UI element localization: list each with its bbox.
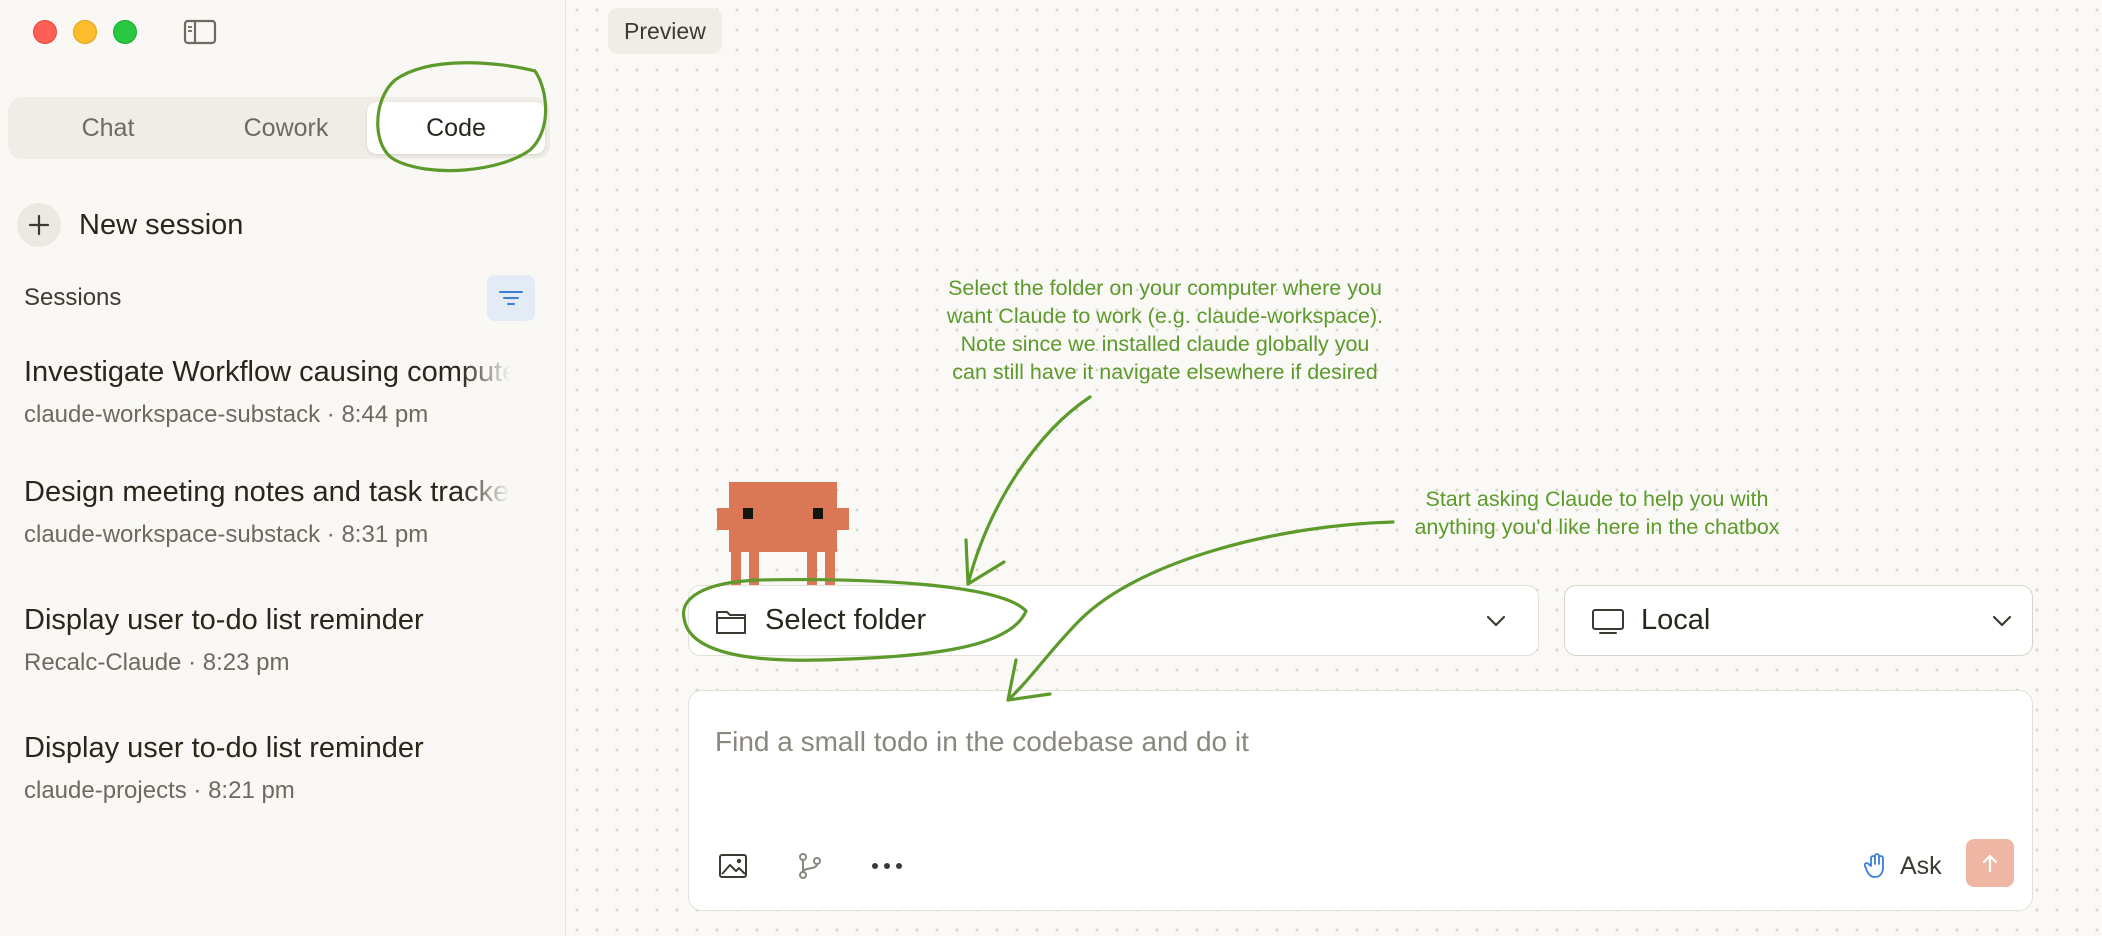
filter-icon xyxy=(499,291,523,305)
session-title: Investigate Workflow causing computer xyxy=(24,356,510,388)
tab-code[interactable]: Code xyxy=(367,102,545,154)
more-icon[interactable] xyxy=(867,846,907,886)
minimize-icon[interactable] xyxy=(73,20,97,44)
session-title: Display user to-do list reminder xyxy=(24,604,424,636)
folder-select[interactable]: Select folder xyxy=(688,585,1539,656)
sessions-heading: Sessions xyxy=(24,284,122,311)
session-meta: claude-workspace-substack · 8:44 pm xyxy=(24,401,429,428)
folder-annotation: Select the folder on your computer where… xyxy=(946,276,1384,384)
image-icon[interactable] xyxy=(713,846,753,886)
folder-select-label: Select folder xyxy=(765,604,927,636)
arrow-up-icon xyxy=(1982,854,1998,873)
chevron-down-icon xyxy=(1484,609,1508,633)
session-item[interactable]: Display user to-do list reminder Recalc-… xyxy=(24,604,510,677)
session-item[interactable]: Display user to-do list reminder claude-… xyxy=(24,732,510,805)
session-meta: Recalc-Claude · 8:23 pm xyxy=(24,649,290,676)
new-session-button[interactable]: New session xyxy=(17,203,243,247)
close-icon[interactable] xyxy=(33,20,57,44)
tab-cowork[interactable]: Cowork xyxy=(206,97,366,159)
session-item[interactable]: Investigate Workflow causing computer cl… xyxy=(24,356,510,429)
send-button[interactable] xyxy=(1966,839,2014,887)
chat-annotation: Start asking Claude to help you with any… xyxy=(1414,487,1780,539)
hand-icon xyxy=(1864,852,1890,880)
ask-mode-button[interactable]: Ask xyxy=(1864,844,1942,888)
session-title: Design meeting notes and task tracker xyxy=(24,476,510,508)
session-title: Display user to-do list reminder xyxy=(24,732,424,764)
chevron-down-icon xyxy=(1990,609,2014,633)
chat-input[interactable] xyxy=(713,721,1917,763)
monitor-icon xyxy=(1591,607,1625,635)
mode-tabs: Chat Cowork Code xyxy=(8,97,550,159)
environment-label: Local xyxy=(1641,604,1711,636)
branch-icon[interactable] xyxy=(790,846,830,886)
folder-icon xyxy=(715,607,747,635)
new-session-label: New session xyxy=(79,208,244,241)
environment-select[interactable]: Local xyxy=(1564,585,2033,656)
main-area: Preview Select the folder on your comput… xyxy=(567,0,2102,936)
plus-icon xyxy=(17,203,61,247)
sidebar: Chat Cowork Code New session Sessions In… xyxy=(0,0,566,936)
chat-box: Ask xyxy=(688,690,2033,911)
claude-mascot-icon xyxy=(717,482,849,591)
sidebar-toggle-icon[interactable] xyxy=(183,18,217,46)
session-meta: claude-workspace-substack · 8:31 pm xyxy=(24,521,429,548)
filter-button[interactable] xyxy=(487,275,535,321)
tab-chat[interactable]: Chat xyxy=(28,97,188,159)
session-meta: claude-projects · 8:21 pm xyxy=(24,777,295,804)
maximize-icon[interactable] xyxy=(113,20,137,44)
preview-label[interactable]: Preview xyxy=(608,8,722,54)
session-item[interactable]: Design meeting notes and task tracker cl… xyxy=(24,476,510,549)
ask-label: Ask xyxy=(1900,851,1942,880)
